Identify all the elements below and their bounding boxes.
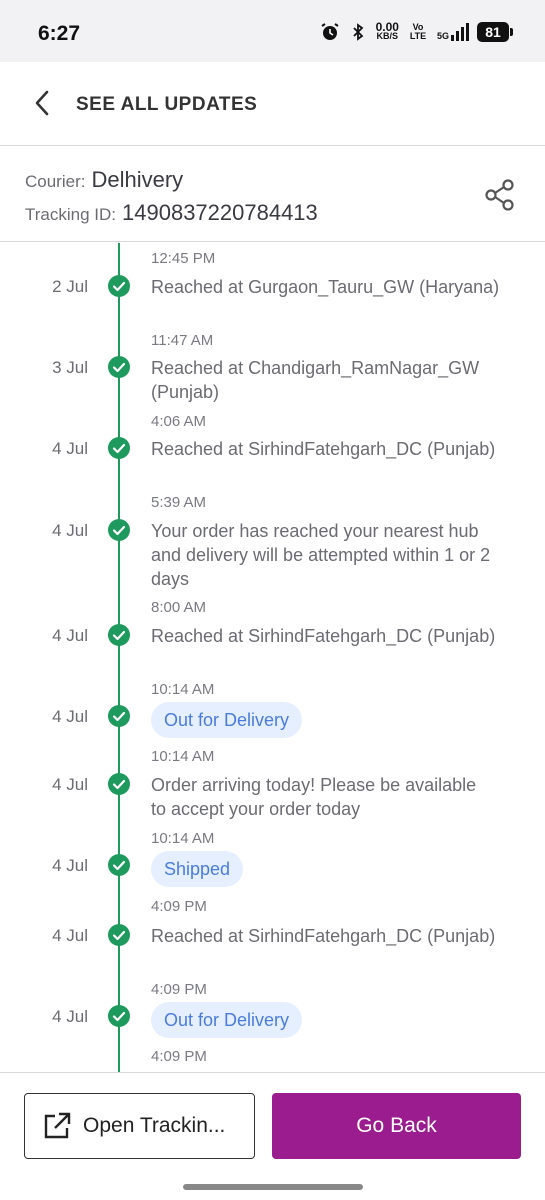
- status-chip-shipped: Shipped: [151, 851, 244, 887]
- bottom-action-bar: Open Trackin... Go Back: [0, 1072, 545, 1200]
- event-date: 4 Jul: [52, 707, 88, 726]
- open-tracking-label: Open Trackin...: [83, 1114, 226, 1137]
- event-time: 4:09 PM: [151, 981, 207, 998]
- event-date: 4 Jul: [52, 775, 88, 794]
- alarm-icon: [321, 23, 339, 40]
- event-message: Reached at SirhindFatehgarh_DC (Punjab): [151, 926, 496, 946]
- status-time: 6:27: [38, 22, 81, 45]
- event-date: 4 Jul: [52, 439, 88, 458]
- event-time: 4:09 PM: [151, 1048, 207, 1065]
- tracking-value: 1490837220784413: [122, 200, 318, 225]
- event-date: 4 Jul: [52, 856, 88, 875]
- status-bar: 6:27 0.00 KB/S Vo LTE 5G 81: [0, 0, 545, 62]
- shipment-info: Courier: Delhivery Tracking ID: 14908372…: [0, 147, 545, 242]
- tracking-row: Tracking ID: 1490837220784413: [25, 200, 318, 226]
- event-time: 4:06 AM: [151, 413, 207, 430]
- check-icon: [108, 519, 130, 541]
- event-time: 8:00 AM: [151, 599, 207, 616]
- event-time: 10:14 AM: [151, 681, 215, 698]
- tracking-label: Tracking ID:: [25, 205, 117, 224]
- check-icon: [108, 437, 130, 459]
- go-back-button[interactable]: Go Back: [272, 1093, 521, 1159]
- event-date: 3 Jul: [52, 358, 88, 377]
- event-message: Order arriving today! Please be availabl…: [151, 775, 477, 819]
- external-link-icon: [44, 1112, 71, 1139]
- event-message: Reached at Gurgaon_Tauru_GW (Haryana): [151, 277, 500, 297]
- event-time: 12:45 PM: [151, 250, 216, 267]
- event-time: 11:47 AM: [151, 332, 214, 349]
- event-date: 2 Jul: [52, 277, 88, 296]
- event-date: 4 Jul: [52, 926, 88, 945]
- event-time: 10:14 AM: [151, 748, 215, 765]
- signal-icon: 5G: [437, 23, 469, 41]
- app-header: SEE ALL UPDATES: [0, 62, 545, 146]
- home-indicator[interactable]: [183, 1184, 363, 1190]
- back-arrow-icon[interactable]: [28, 88, 58, 118]
- bluetooth-icon: [352, 23, 363, 41]
- courier-row: Courier: Delhivery: [25, 167, 183, 193]
- event-message: Reached at Chandigarh_RamNagar_GW (Punja…: [151, 358, 480, 402]
- event-time: 5:39 AM: [151, 494, 207, 511]
- event-time: 4:09 PM: [151, 898, 207, 915]
- check-icon: [108, 356, 130, 378]
- tracking-timeline[interactable]: 12:45 PM 2 Jul Reached at Gurgaon_Tauru_…: [0, 243, 545, 1072]
- check-icon: [108, 924, 130, 946]
- event-message: Your order has reached your nearest hub …: [151, 521, 491, 589]
- battery-indicator: 81: [477, 22, 513, 42]
- check-icon: [108, 624, 130, 646]
- check-icon: [108, 1005, 130, 1027]
- page-title: SEE ALL UPDATES: [76, 94, 258, 115]
- event-message: Reached at SirhindFatehgarh_DC (Punjab): [151, 439, 496, 459]
- courier-label: Courier:: [25, 172, 86, 191]
- event-date: 4 Jul: [52, 626, 88, 645]
- check-icon: [108, 275, 130, 297]
- status-chip-out-for-delivery: Out for Delivery: [151, 702, 303, 738]
- event-date: 4 Jul: [52, 521, 88, 540]
- courier-value: Delhivery: [91, 167, 184, 192]
- event-date: 4 Jul: [52, 1007, 88, 1026]
- check-icon: [108, 773, 130, 795]
- share-icon[interactable]: [482, 177, 518, 213]
- event-time: 10:14 AM: [151, 830, 215, 847]
- open-tracking-button[interactable]: Open Trackin...: [24, 1093, 255, 1159]
- status-chip-out-for-delivery: Out for Delivery: [151, 1002, 303, 1038]
- net-speed: 0.00 KB/S: [375, 20, 399, 41]
- event-message: Reached at SirhindFatehgarh_DC (Punjab): [151, 626, 496, 646]
- check-icon: [108, 854, 130, 876]
- status-icons: 0.00 KB/S Vo LTE 5G 81: [320, 20, 513, 42]
- check-icon: [108, 705, 130, 727]
- volte-indicator: Vo LTE: [409, 22, 427, 41]
